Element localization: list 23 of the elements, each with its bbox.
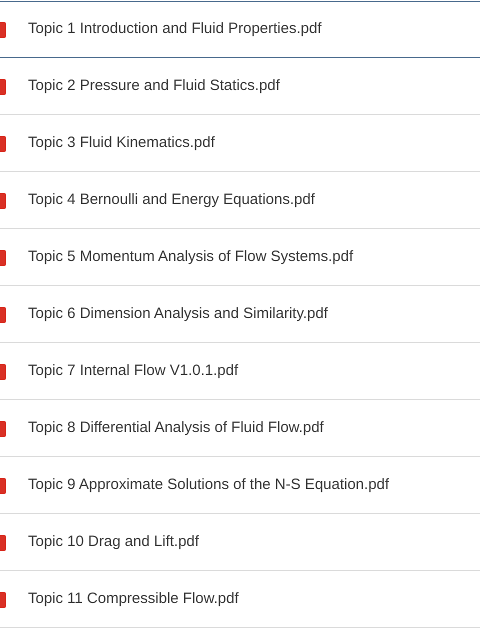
file-name: Topic 1 Introduction and Fluid Properties.pdf (28, 19, 322, 40)
file-name: Topic 8 Differential Analysis of Fluid Flow.pdf (28, 418, 324, 438)
file-name: Topic 4 Bernoulli and Energy Equations.pdf (28, 190, 315, 210)
file-name: Topic 2 Pressure and Fluid Statics.pdf (28, 76, 280, 96)
file-name: Topic 3 Fluid Kinematics.pdf (28, 133, 215, 154)
pdf-file-icon (0, 306, 6, 322)
pdf-file-icon (0, 478, 6, 494)
file-name: Topic 9 Approximate Solutions of the N-S Equation.pdf (28, 475, 390, 496)
pdf-file-icon (0, 592, 6, 608)
file-row[interactable]: Topic 1 Introduction and Fluid Properties.pdf (0, 1, 480, 58)
pdf-file-icon (0, 534, 6, 550)
file-name: Topic 5 Momentum Analysis of Flow Systems.pdf (28, 247, 354, 268)
file-name: Topic 11 Compressible Flow.pdf (28, 589, 239, 610)
pdf-file-icon (0, 250, 6, 266)
pdf-file-icon (0, 78, 6, 94)
pdf-file-icon (0, 420, 6, 436)
pdf-file-icon (0, 192, 6, 208)
pdf-file-icon (0, 22, 6, 38)
file-name: Topic 7 Internal Flow V1.0.1.pdf (28, 361, 238, 382)
file-name: Topic 10 Drag and Lift.pdf (28, 532, 199, 552)
pdf-file-icon (0, 136, 6, 152)
file-name: Topic 6 Dimension Analysis and Similarity.pdf (28, 304, 328, 324)
pdf-file-icon (0, 364, 6, 380)
